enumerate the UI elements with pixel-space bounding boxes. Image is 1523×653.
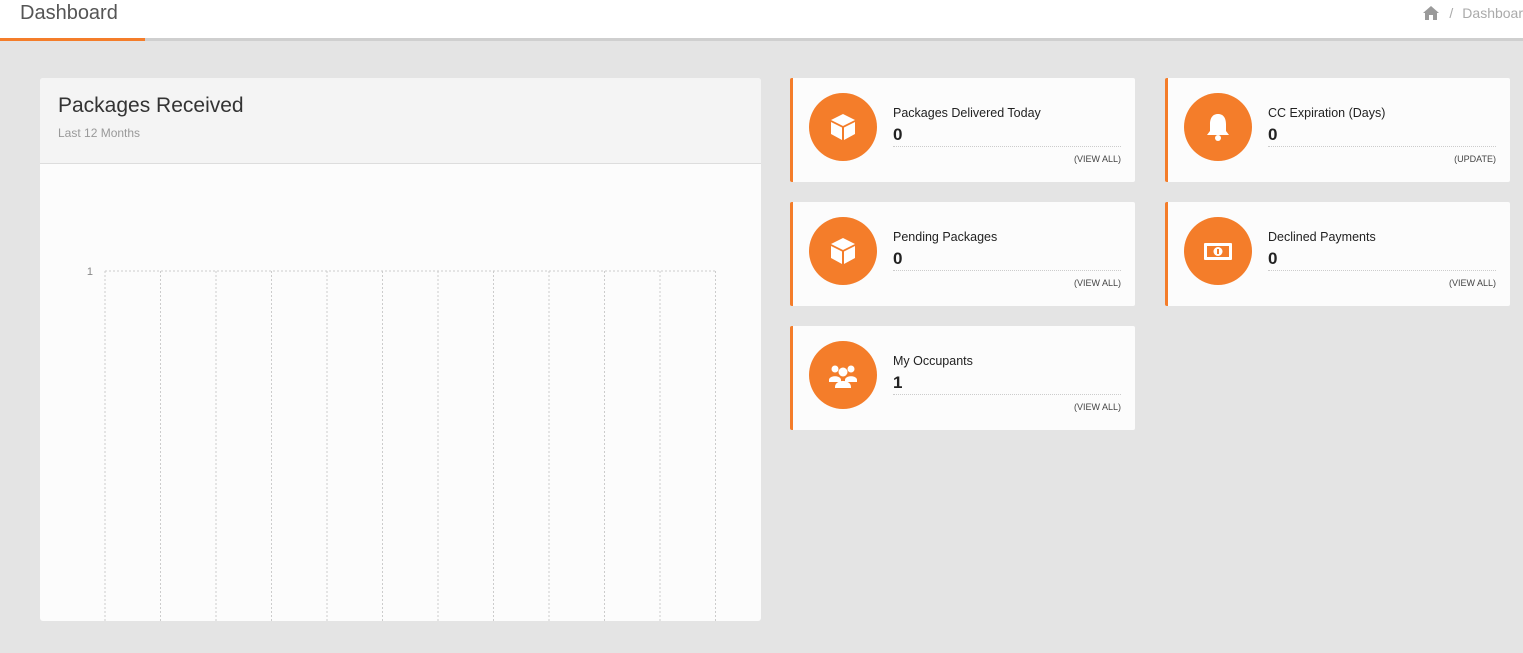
- card-label: Declined Payments: [1268, 230, 1376, 244]
- view-all-link[interactable]: (VIEW ALL): [1074, 402, 1121, 412]
- page-title: Dashboard: [20, 2, 118, 24]
- y-tick-label: 1: [87, 266, 93, 278]
- card-divider: [893, 270, 1121, 271]
- view-all-link[interactable]: (VIEW ALL): [1074, 154, 1121, 164]
- card-delivered-today: Packages Delivered Today 0 (VIEW ALL): [790, 78, 1135, 182]
- card-value: 0: [893, 249, 903, 268]
- card-pending-packages: Pending Packages 0 (VIEW ALL): [790, 202, 1135, 306]
- bell-icon: [1207, 114, 1229, 141]
- home-icon[interactable]: [1422, 5, 1440, 21]
- breadcrumb: / Dashboar: [1422, 5, 1523, 21]
- card-value: 0: [1268, 249, 1278, 268]
- circle-badge: [1184, 93, 1252, 161]
- box-icon: [831, 238, 855, 264]
- panel-subtitle: Last 12 Months: [58, 126, 141, 140]
- card-value: 1: [893, 373, 903, 392]
- update-link[interactable]: (UPDATE): [1454, 154, 1496, 164]
- users-icon: [829, 365, 857, 388]
- card-divider: [893, 146, 1121, 147]
- panel-title: Packages Received: [58, 94, 244, 117]
- money-icon: [1204, 243, 1232, 260]
- card-cc-expiration: CC Expiration (Days) 0 (UPDATE): [1165, 78, 1510, 182]
- box-icon: [831, 114, 855, 140]
- title-underline: [0, 38, 145, 41]
- card-label: Packages Delivered Today: [893, 106, 1041, 120]
- card-label: Pending Packages: [893, 230, 998, 244]
- packages-received-panel: Packages Received Last 12 Months 01Mar20…: [40, 78, 761, 621]
- panel-header: Packages Received Last 12 Months: [40, 78, 761, 164]
- breadcrumb-separator: /: [1449, 5, 1454, 21]
- card-label: CC Expiration (Days): [1268, 106, 1386, 120]
- card-divider: [1268, 146, 1496, 147]
- card-label: My Occupants: [893, 354, 973, 368]
- view-all-link[interactable]: (VIEW ALL): [1449, 278, 1496, 288]
- card-divider: [893, 394, 1121, 395]
- card-divider: [1268, 270, 1496, 271]
- card-declined-payments: Declined Payments 0 (VIEW ALL): [1165, 202, 1510, 306]
- card-my-occupants: My Occupants 1 (VIEW ALL): [790, 326, 1135, 430]
- card-value: 0: [893, 125, 903, 144]
- packages-line-chart: 01Mar2021Apr2021May2021Jun2021Jul2021Aug…: [87, 266, 716, 621]
- card-value: 0: [1268, 125, 1278, 144]
- circle-badge: [809, 93, 877, 161]
- top-bar: Dashboard / Dashboar: [0, 0, 1523, 41]
- circle-badge: [809, 217, 877, 285]
- circle-badge: [1184, 217, 1252, 285]
- view-all-link[interactable]: (VIEW ALL): [1074, 278, 1121, 288]
- breadcrumb-current[interactable]: Dashboar: [1462, 5, 1523, 21]
- circle-badge: [809, 341, 877, 409]
